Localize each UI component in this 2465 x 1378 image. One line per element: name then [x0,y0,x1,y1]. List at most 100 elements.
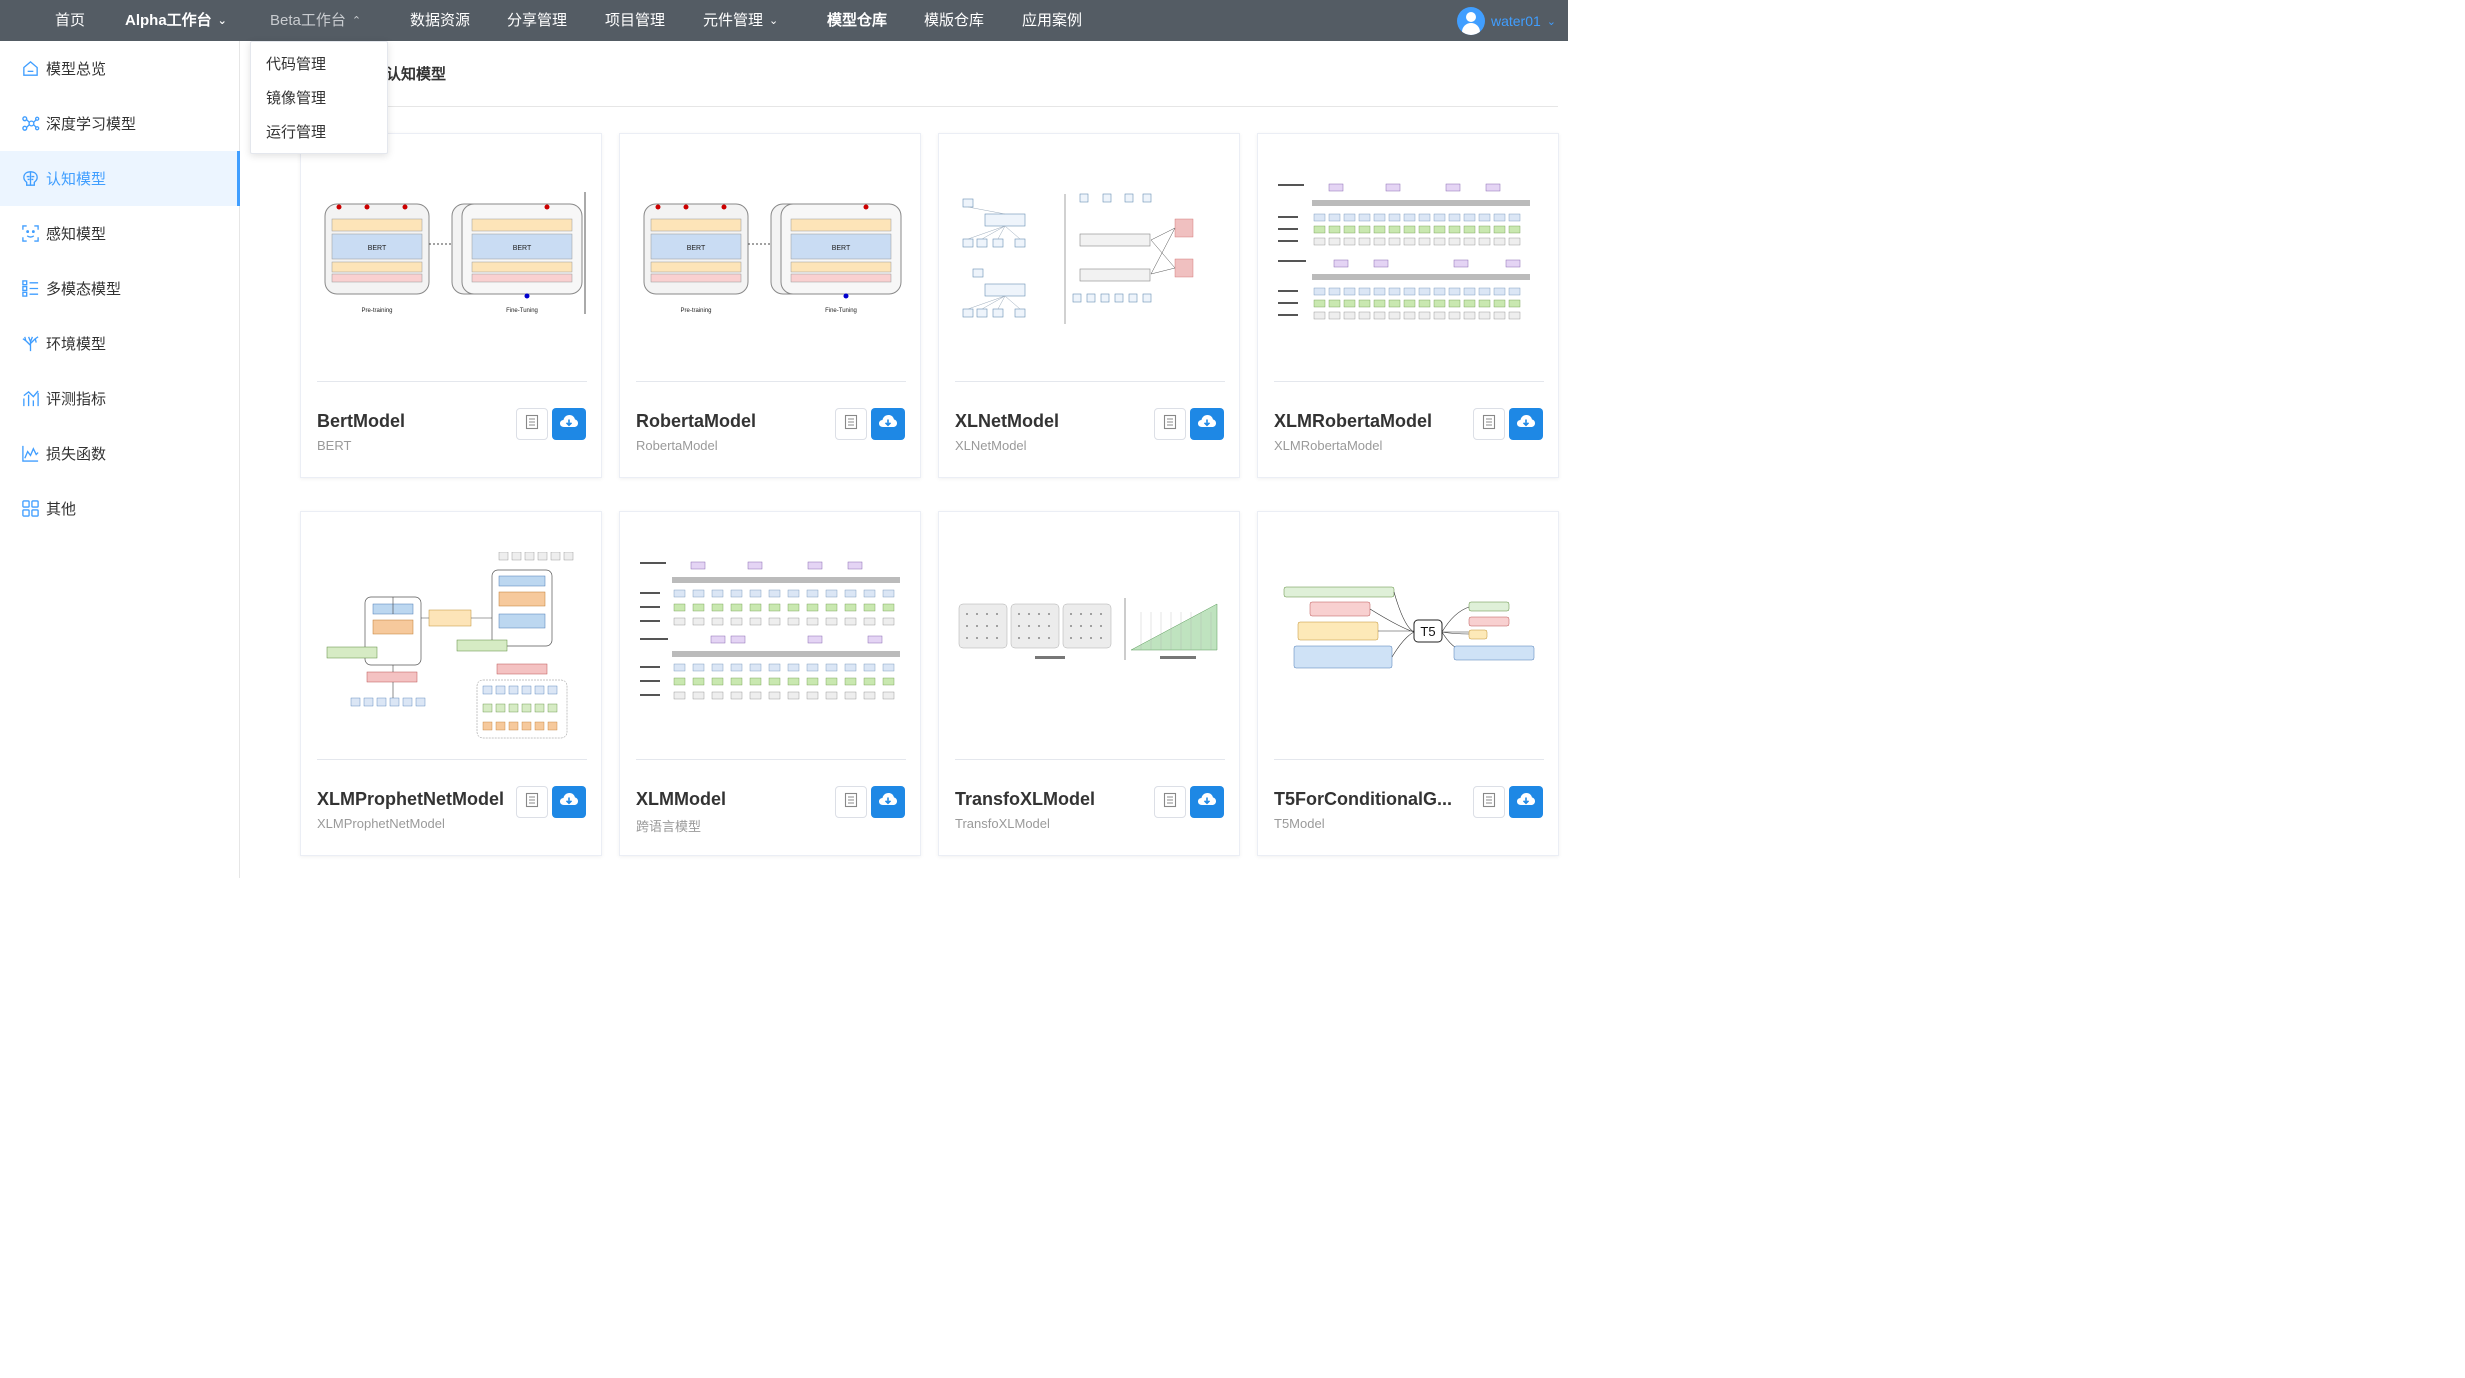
model-card[interactable]: XLNetModel XLNetModel [938,133,1240,478]
cloud-download-icon [878,414,898,435]
brain-icon [20,169,40,189]
svg-text:Fine-Tuning: Fine-Tuning [825,308,857,314]
beta-workbench-dropdown: 代码管理 镜像管理 运行管理 [250,41,388,154]
model-subtitle: 跨语言模型 [636,819,702,834]
sidebar-item-evaluation-metrics[interactable]: 评测指标 [0,371,239,426]
download-button[interactable] [552,408,586,440]
download-button[interactable] [871,786,905,818]
chevron-down-icon: ⌄ [1546,15,1556,28]
model-card[interactable]: BERT Pre-training BERT Fine-Tuning BertM… [300,133,602,478]
model-diagram-image: T5 [1274,552,1544,752]
document-button[interactable] [835,408,867,440]
svg-text:BERT: BERT [513,245,532,252]
user-menu[interactable]: water01 ⌄ [1456,6,1556,36]
tree-icon [20,334,40,354]
nav-model-repository[interactable]: 模型仓库 [827,0,887,41]
document-icon [1481,414,1497,435]
cloud-download-icon [1197,792,1217,813]
model-diagram-image: BERT Pre-training BERT Fine-Tuning [317,174,587,374]
sidebar-item-environment[interactable]: 环境模型 [0,316,239,371]
model-subtitle: T5Model [1274,816,1325,831]
model-subtitle: XLMRobertaModel [1274,438,1383,453]
model-title: T5ForConditionalG... [1274,789,1452,809]
cloud-download-icon [1197,414,1217,435]
cloud-download-icon [559,414,579,435]
sidebar-item-other[interactable]: 其他 [0,481,239,536]
sidebar-item-perception[interactable]: 感知模型 [0,206,239,261]
document-button[interactable] [516,786,548,818]
card-divider [1274,759,1544,760]
nav-beta-workbench[interactable]: Beta工作台 ⌃ [270,0,361,41]
nav-home[interactable]: 首页 [55,0,85,41]
model-title: XLMProphetNetModel [317,789,504,809]
nav-application-cases[interactable]: 应用案例 [1022,0,1082,41]
face-scan-icon [20,224,40,244]
document-button[interactable] [835,786,867,818]
download-button[interactable] [552,786,586,818]
card-divider [955,381,1225,382]
download-button[interactable] [1509,786,1543,818]
document-button[interactable] [1154,408,1186,440]
svg-text:BERT: BERT [368,245,387,252]
document-button[interactable] [516,408,548,440]
model-card[interactable]: BERT Pre-training BERT Fine-Tuning Rober… [619,133,921,478]
card-divider [636,759,906,760]
sidebar-item-multimodal[interactable]: 多模态模型 [0,261,239,316]
document-icon [524,792,540,813]
menu-item-run-management[interactable]: 运行管理 [251,116,387,150]
download-button[interactable] [1190,408,1224,440]
model-diagram-image: BERT Pre-training BERT Fine-Tuning [636,174,906,374]
model-card[interactable]: XLMModel 跨语言模型 [619,511,921,856]
svg-text:Pre-training: Pre-training [361,308,392,314]
download-button[interactable] [1509,408,1543,440]
model-diagram-image [317,551,587,752]
model-card[interactable]: XLMRobertaModel XLMRobertaModel [1257,133,1559,478]
document-icon [843,792,859,813]
menu-item-code-management[interactable]: 代码管理 [251,48,387,82]
avatar [1456,7,1485,35]
model-card[interactable]: XLMProphetNetModel XLMProphetNetModel [300,511,602,856]
page-title: 认知模型 [386,66,447,83]
nav-project-management[interactable]: 项目管理 [605,0,665,41]
cloud-download-icon [1516,414,1536,435]
card-divider [317,759,587,760]
document-button[interactable] [1154,786,1186,818]
home-icon [20,59,40,79]
nav-alpha-workbench[interactable]: Alpha工作台 ⌄ [125,0,227,41]
model-title: XLMModel [636,789,726,809]
download-button[interactable] [1190,786,1224,818]
menu-item-image-management[interactable]: 镜像管理 [251,82,387,116]
sidebar-item-deep-learning[interactable]: 深度学习模型 [0,96,239,151]
network-icon [20,114,40,134]
top-nav: 首页 Alpha工作台 ⌄ Beta工作台 ⌃ 数据资源 分享管理 项目管理 元件管… [0,0,1568,41]
document-icon [843,414,859,435]
model-diagram-image [955,174,1225,374]
model-title: BertModel [317,411,406,431]
model-subtitle: TransfoXLModel [955,816,1050,831]
download-button[interactable] [871,408,905,440]
document-button[interactable] [1473,786,1505,818]
sidebar-item-loss-functions[interactable]: 损失函数 [0,426,239,481]
svg-text:Pre-training: Pre-training [680,308,711,314]
model-diagram-image [636,552,906,752]
model-card[interactable]: T5 T5ForConditionalG... T5Model [1257,511,1559,856]
chevron-down-icon: ⌄ [769,14,779,27]
card-divider [1274,381,1544,382]
card-divider [317,381,587,382]
sidebar-item-cognitive[interactable]: 认知模型 [0,151,240,206]
svg-text:T5: T5 [1420,624,1435,639]
sidebar: 模型总览 深度学习模型 认知模型 感知模型 多模态模型 环境模型 评测指标 损失… [0,41,240,878]
model-title: TransfoXLModel [955,789,1096,809]
cloud-download-icon [1516,792,1536,813]
document-button[interactable] [1473,408,1505,440]
document-icon [1481,792,1497,813]
nav-data-resources[interactable]: 数据资源 [410,0,470,41]
cloud-download-icon [878,792,898,813]
card-divider [636,381,906,382]
model-card[interactable]: TransfoXLModel TransfoXLModel [938,511,1240,856]
nav-share-management[interactable]: 分享管理 [507,0,567,41]
nav-template-repository[interactable]: 模版仓库 [924,0,984,41]
cloud-download-icon [559,792,579,813]
nav-component-management[interactable]: 元件管理 ⌄ [703,0,778,41]
sidebar-item-model-overview[interactable]: 模型总览 [0,41,239,96]
